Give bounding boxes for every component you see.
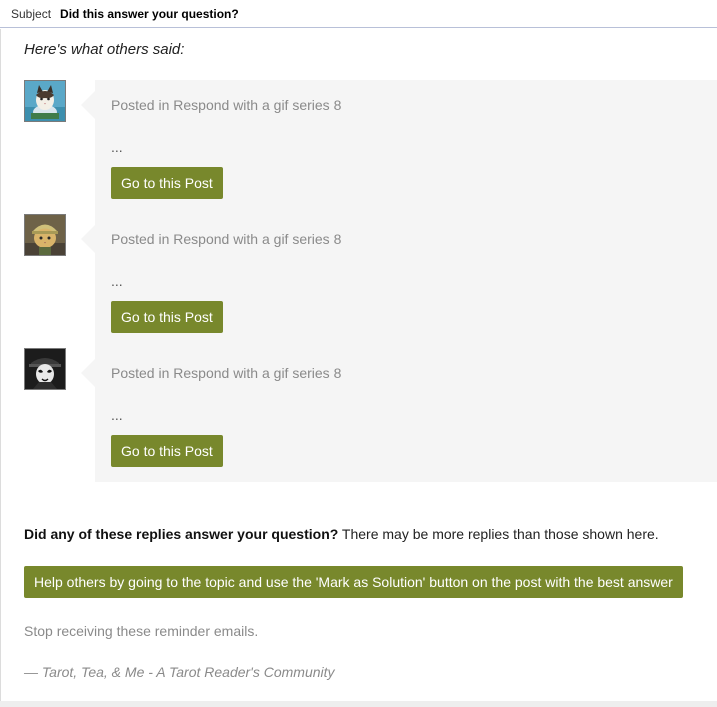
subject-value: Did this answer your question? [60, 6, 239, 21]
masked-figure-avatar [24, 348, 66, 390]
intro-text: Here's what others said: [24, 41, 185, 58]
reply-posted-info: Posted in Respond with a gif series 8 [111, 231, 342, 247]
cat-in-cup-avatar [24, 80, 66, 122]
bottom-strip [0, 701, 717, 707]
reply-pointer [81, 359, 95, 387]
reply-pointer [81, 225, 95, 253]
reply-posted-info: Posted in Respond with a gif series 8 [111, 365, 342, 381]
email-body: Here's what others said: Posted in Respo… [0, 29, 717, 701]
reply-pointer [81, 91, 95, 119]
reply-excerpt: ... [111, 273, 123, 289]
reply-excerpt: ... [111, 139, 123, 155]
reply-excerpt: ... [111, 407, 123, 423]
question-bold: Did any of these replies answer your que… [24, 526, 339, 542]
question-rest: There may be more replies than those sho… [338, 526, 659, 542]
go-to-post-button[interactable]: Go to this Post [111, 167, 223, 199]
community-signature: — Tarot, Tea, & Me - A Tarot Reader's Co… [24, 664, 335, 680]
cat-with-helmet-avatar [24, 214, 66, 256]
go-to-post-button[interactable]: Go to this Post [111, 301, 223, 333]
replies-panel [95, 80, 717, 482]
reply-posted-info: Posted in Respond with a gif series 8 [111, 97, 342, 113]
subject-bar: Subject Did this answer your question? [0, 0, 717, 28]
question-text: Did any of these replies answer your que… [24, 526, 659, 542]
go-to-post-button[interactable]: Go to this Post [111, 435, 223, 467]
unsubscribe-link[interactable]: Stop receiving these reminder emails. [24, 623, 258, 639]
mark-as-solution-button[interactable]: Help others by going to the topic and us… [24, 566, 683, 598]
subject-label: Subject [11, 6, 52, 21]
